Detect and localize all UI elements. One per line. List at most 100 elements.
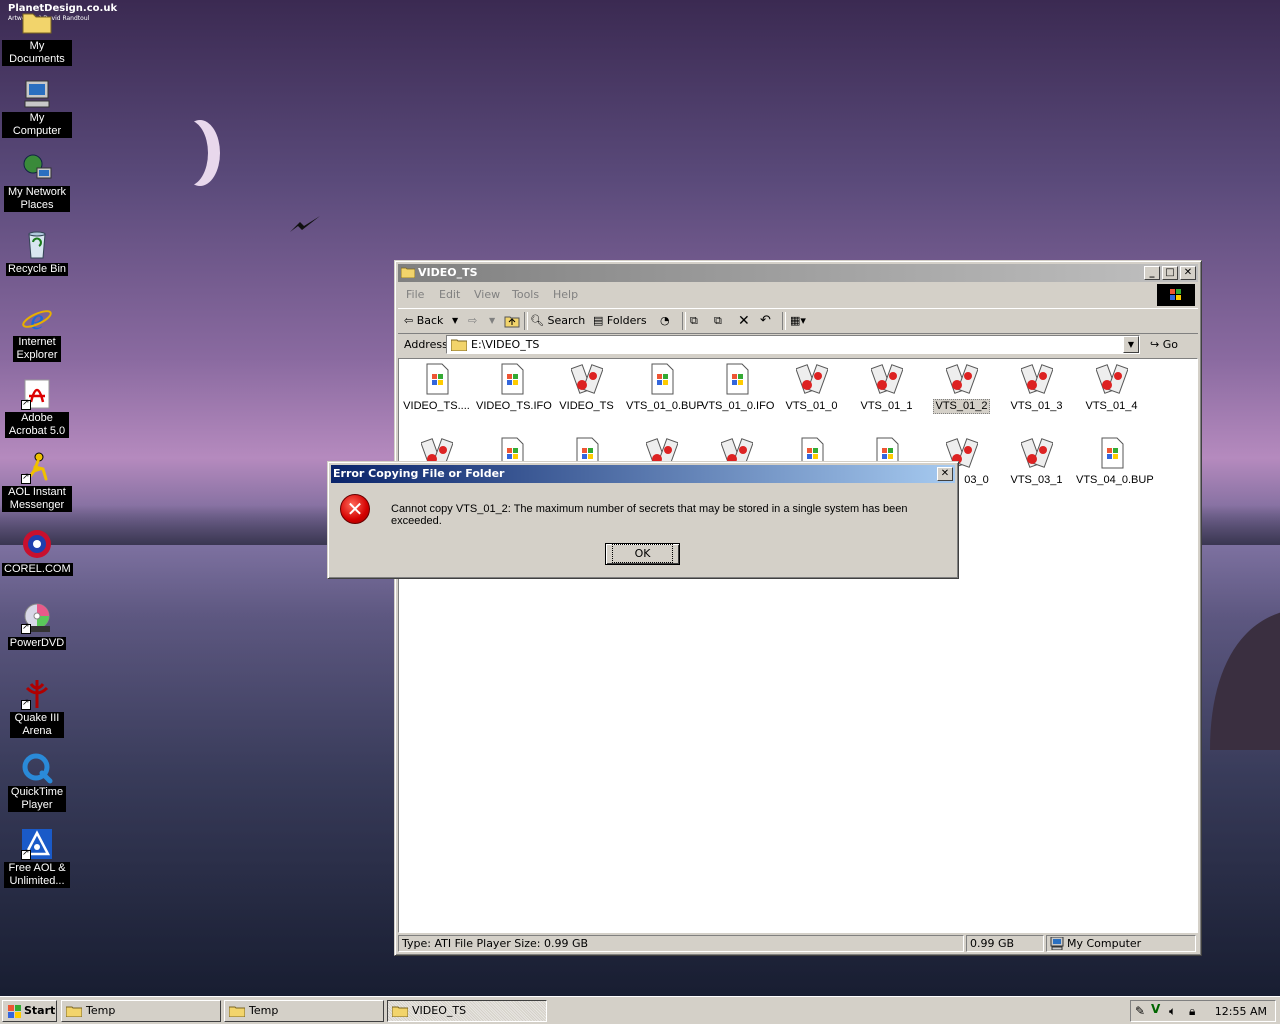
system-tray: ✎ V 🔈︎ 🔒︎ 12:55 AM bbox=[1130, 1000, 1276, 1022]
document-file-icon bbox=[496, 363, 528, 395]
window-title: VIDEO_TS bbox=[418, 266, 478, 279]
close-button[interactable]: ✕ bbox=[1180, 266, 1196, 280]
views-icon[interactable]: ▦▾ bbox=[790, 312, 806, 330]
desktop-icon-label: Internet Explorer bbox=[13, 336, 61, 362]
dialog-titlebar[interactable]: Error Copying File or Folder ✕ bbox=[331, 465, 955, 483]
search-button[interactable]: 🔍︎ Search bbox=[530, 312, 585, 330]
svg-text:e: e bbox=[30, 303, 43, 334]
status-zone-label: My Computer bbox=[1067, 937, 1142, 950]
error-icon: ✕ bbox=[340, 494, 370, 524]
volume-icon[interactable]: 🔈︎ bbox=[1169, 1004, 1176, 1019]
menu-bar: File Edit View Tools Help bbox=[398, 284, 1198, 306]
address-input[interactable]: E:\VIDEO_TS ▼ bbox=[446, 335, 1140, 354]
document-file-icon bbox=[646, 363, 678, 395]
desktop-icon-recycle-bin[interactable]: Recycle Bin bbox=[2, 228, 72, 276]
aim-running-man-icon bbox=[21, 452, 53, 484]
back-dropdown-icon[interactable]: ▼ bbox=[452, 312, 458, 330]
file-name: VTS_01_0.BUP bbox=[626, 400, 704, 412]
error-dialog[interactable]: Error Copying File or Folder ✕ ✕ Cannot … bbox=[327, 461, 959, 579]
clock[interactable]: 12:55 AM bbox=[1215, 1005, 1267, 1018]
computer-icon bbox=[1050, 937, 1064, 950]
desktop-icon-internet-explorer[interactable]: e Internet Explorer bbox=[2, 302, 72, 362]
address-value: E:\VIDEO_TS bbox=[471, 338, 540, 351]
file-item[interactable]: VTS_01_0.BUP bbox=[624, 363, 704, 413]
menu-file[interactable]: File bbox=[406, 288, 424, 301]
move-to-icon[interactable]: ⧉ bbox=[690, 312, 698, 330]
start-button[interactable]: Start bbox=[2, 1000, 57, 1022]
forward-arrow-icon[interactable]: ⇨ bbox=[468, 312, 477, 330]
desktop-icon-quake-iii-arena[interactable]: Quake III Arena bbox=[2, 678, 72, 738]
file-item[interactable]: VTS_01_1 bbox=[849, 363, 924, 413]
minimize-button[interactable]: _ bbox=[1144, 266, 1160, 280]
up-folder-icon[interactable] bbox=[504, 312, 520, 330]
address-bar: Address E:\VIDEO_TS ▼ ↪ Go bbox=[398, 334, 1198, 356]
file-item[interactable]: VTS_01_4 bbox=[1074, 363, 1149, 413]
file-item[interactable]: VTS_01_3 bbox=[999, 363, 1074, 413]
shortcut-arrow-icon bbox=[21, 698, 31, 710]
file-item[interactable]: VIDEO_TS.IFO bbox=[474, 363, 552, 413]
video-filmstrip-icon bbox=[944, 363, 979, 395]
taskbar-button-temp[interactable]: Temp bbox=[61, 1000, 221, 1022]
desktop-icon-quicktime-player[interactable]: QuickTime Player bbox=[2, 752, 72, 812]
taskbar-button-temp-2[interactable]: Temp bbox=[224, 1000, 384, 1022]
explorer-titlebar[interactable]: VIDEO_TS _ □ ✕ bbox=[398, 264, 1198, 282]
pen-tray-icon[interactable]: ✎ bbox=[1135, 1004, 1145, 1018]
folders-label: Folders bbox=[606, 314, 647, 327]
file-list-pane[interactable]: VIDEO_TS.... VIDEO_TS.IFO VIDEO_TS VTS_0… bbox=[398, 358, 1198, 933]
ok-button[interactable]: OK bbox=[605, 543, 680, 565]
file-item[interactable]: VTS_04_0.BUP bbox=[1074, 437, 1154, 487]
search-icon: 🔍︎ bbox=[530, 314, 544, 327]
menu-edit[interactable]: Edit bbox=[439, 288, 460, 301]
file-item[interactable]: VTS_01_0 bbox=[774, 363, 849, 413]
file-item[interactable]: VTS_03_1 bbox=[999, 437, 1074, 487]
copy-to-icon[interactable]: ⧉ bbox=[714, 312, 722, 330]
desktop-icon-powerdvd[interactable]: PowerDVD bbox=[2, 602, 72, 650]
undo-icon[interactable]: ↶ bbox=[760, 312, 771, 330]
aol-triangle-icon bbox=[21, 828, 53, 860]
status-bar: Type: ATI File Player Size: 0.99 GB 0.99… bbox=[398, 935, 1198, 953]
file-item[interactable]: VTS_01_0.IFO bbox=[699, 363, 774, 413]
dialog-close-button[interactable]: ✕ bbox=[937, 467, 953, 481]
folders-button[interactable]: ▤ Folders bbox=[593, 312, 647, 330]
desktop-icon-label: PowerDVD bbox=[7, 637, 67, 650]
desktop-icon-free-aol[interactable]: Free AOL & Unlimited... bbox=[2, 828, 72, 888]
video-filmstrip-icon bbox=[1019, 363, 1054, 395]
antivirus-tray-icon[interactable]: V bbox=[1151, 1002, 1160, 1016]
desktop-icon-adobe-acrobat[interactable]: Adobe Acrobat 5.0 bbox=[2, 378, 72, 438]
taskbar-button-label: VIDEO_TS bbox=[412, 1004, 467, 1017]
status-type-size: Type: ATI File Player Size: 0.99 GB bbox=[398, 935, 964, 952]
file-name: VIDEO_TS bbox=[559, 400, 614, 412]
menu-tools[interactable]: Tools bbox=[512, 288, 539, 301]
file-name: VTS_01_3 bbox=[1010, 400, 1063, 412]
file-name: VTS_03_1 bbox=[1010, 474, 1063, 486]
menu-help[interactable]: Help bbox=[553, 288, 578, 301]
menu-view[interactable]: View bbox=[474, 288, 500, 301]
file-item[interactable]: VIDEO_TS.... bbox=[399, 363, 474, 413]
desktop-icon-corel[interactable]: COREL.COM bbox=[2, 528, 73, 576]
desktop-icon-aol-instant-messenger[interactable]: AOL Instant Messenger bbox=[2, 452, 72, 512]
lock-tray-icon[interactable]: 🔒︎ bbox=[1189, 1004, 1195, 1019]
wallpaper-moon bbox=[168, 120, 208, 186]
desktop-icon-my-computer[interactable]: My Computer bbox=[2, 78, 72, 138]
desktop-icon-my-network-places[interactable]: My Network Places bbox=[2, 152, 72, 212]
forward-dropdown-icon[interactable]: ▼ bbox=[489, 312, 495, 330]
internet-explorer-icon: e bbox=[21, 302, 53, 336]
maximize-button[interactable]: □ bbox=[1162, 266, 1178, 280]
search-label: Search bbox=[547, 314, 586, 327]
address-dropdown-icon[interactable]: ▼ bbox=[1123, 336, 1139, 353]
file-item[interactable]: VIDEO_TS bbox=[549, 363, 624, 413]
quake-logo-icon bbox=[21, 678, 53, 710]
taskbar-button-video-ts[interactable]: VIDEO_TS bbox=[387, 1000, 547, 1022]
document-file-icon bbox=[421, 363, 453, 395]
go-button[interactable]: ↪ Go bbox=[1150, 338, 1178, 351]
file-item-selected[interactable]: VTS_01_2 bbox=[924, 363, 999, 414]
delete-icon[interactable]: ✕ bbox=[738, 312, 750, 330]
document-file-icon bbox=[1096, 437, 1128, 469]
back-label: Back bbox=[416, 314, 444, 327]
file-name: VTS_01_4 bbox=[1085, 400, 1138, 412]
desktop-icon-my-documents[interactable]: My Documents bbox=[2, 6, 72, 66]
desktop-icon-label: Recycle Bin bbox=[5, 263, 69, 276]
explorer-window[interactable]: VIDEO_TS _ □ ✕ File Edit View Tools Help… bbox=[394, 260, 1202, 956]
history-icon[interactable]: ◔ bbox=[660, 312, 670, 330]
back-button[interactable]: ⇦ Back bbox=[404, 312, 443, 330]
